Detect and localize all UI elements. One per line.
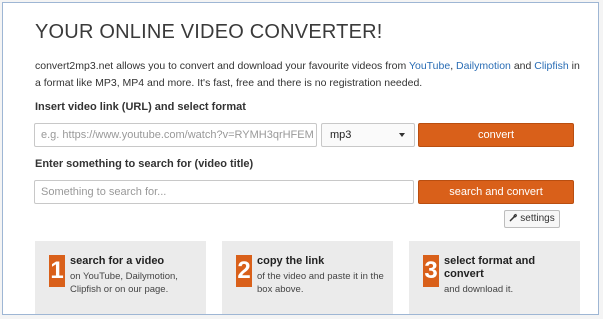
video-url-input[interactable]: e.g. https://www.youtube.com/watch?v=RYM… — [34, 123, 317, 147]
clipfish-link[interactable]: Clipfish — [534, 60, 568, 72]
convert-button[interactable]: convert — [418, 123, 574, 147]
intro-and: and — [510, 60, 535, 72]
converter-panel: YOUR ONLINE VIDEO CONVERTER! convert2mp3… — [2, 2, 599, 315]
step-card-1: 1 search for a video on YouTube, Dailymo… — [35, 241, 206, 314]
youtube-link[interactable]: YouTube — [409, 60, 450, 72]
search-and-convert-button[interactable]: search and convert — [418, 180, 574, 204]
step-description: on YouTube, Dailymotion, Clipfish or on … — [70, 271, 178, 295]
step-number: 2 — [236, 255, 252, 287]
step-number: 3 — [423, 255, 439, 287]
step-description: and download it. — [444, 284, 514, 295]
chevron-down-icon — [399, 133, 405, 137]
intro-text: convert2mp3.net allows you to convert an… — [35, 58, 585, 92]
settings-button[interactable]: settings — [504, 210, 560, 228]
format-select[interactable]: mp3 — [321, 123, 415, 147]
step-number: 1 — [49, 255, 65, 287]
format-selected-value: mp3 — [330, 129, 352, 141]
wrench-icon — [509, 213, 518, 222]
dailymotion-link[interactable]: Dailymotion — [456, 60, 511, 72]
step-description: of the video and paste it in the box abo… — [257, 271, 384, 295]
step-card-2: 2 copy the link of the video and paste i… — [222, 241, 393, 314]
intro-text-start: convert2mp3.net allows you to convert an… — [35, 60, 409, 72]
search-input[interactable]: Something to search for... — [34, 180, 414, 204]
step-title: search for a video — [70, 255, 165, 267]
settings-label: settings — [520, 213, 555, 224]
convert-form-label: Insert video link (URL) and select forma… — [35, 101, 246, 113]
step-title: select format and convert — [444, 255, 536, 280]
page-title: YOUR ONLINE VIDEO CONVERTER! — [35, 21, 383, 43]
search-form-label: Enter something to search for (video tit… — [35, 158, 254, 170]
step-card-3: 3 select format and convert and download… — [409, 241, 580, 314]
step-title: copy the link — [257, 255, 325, 267]
